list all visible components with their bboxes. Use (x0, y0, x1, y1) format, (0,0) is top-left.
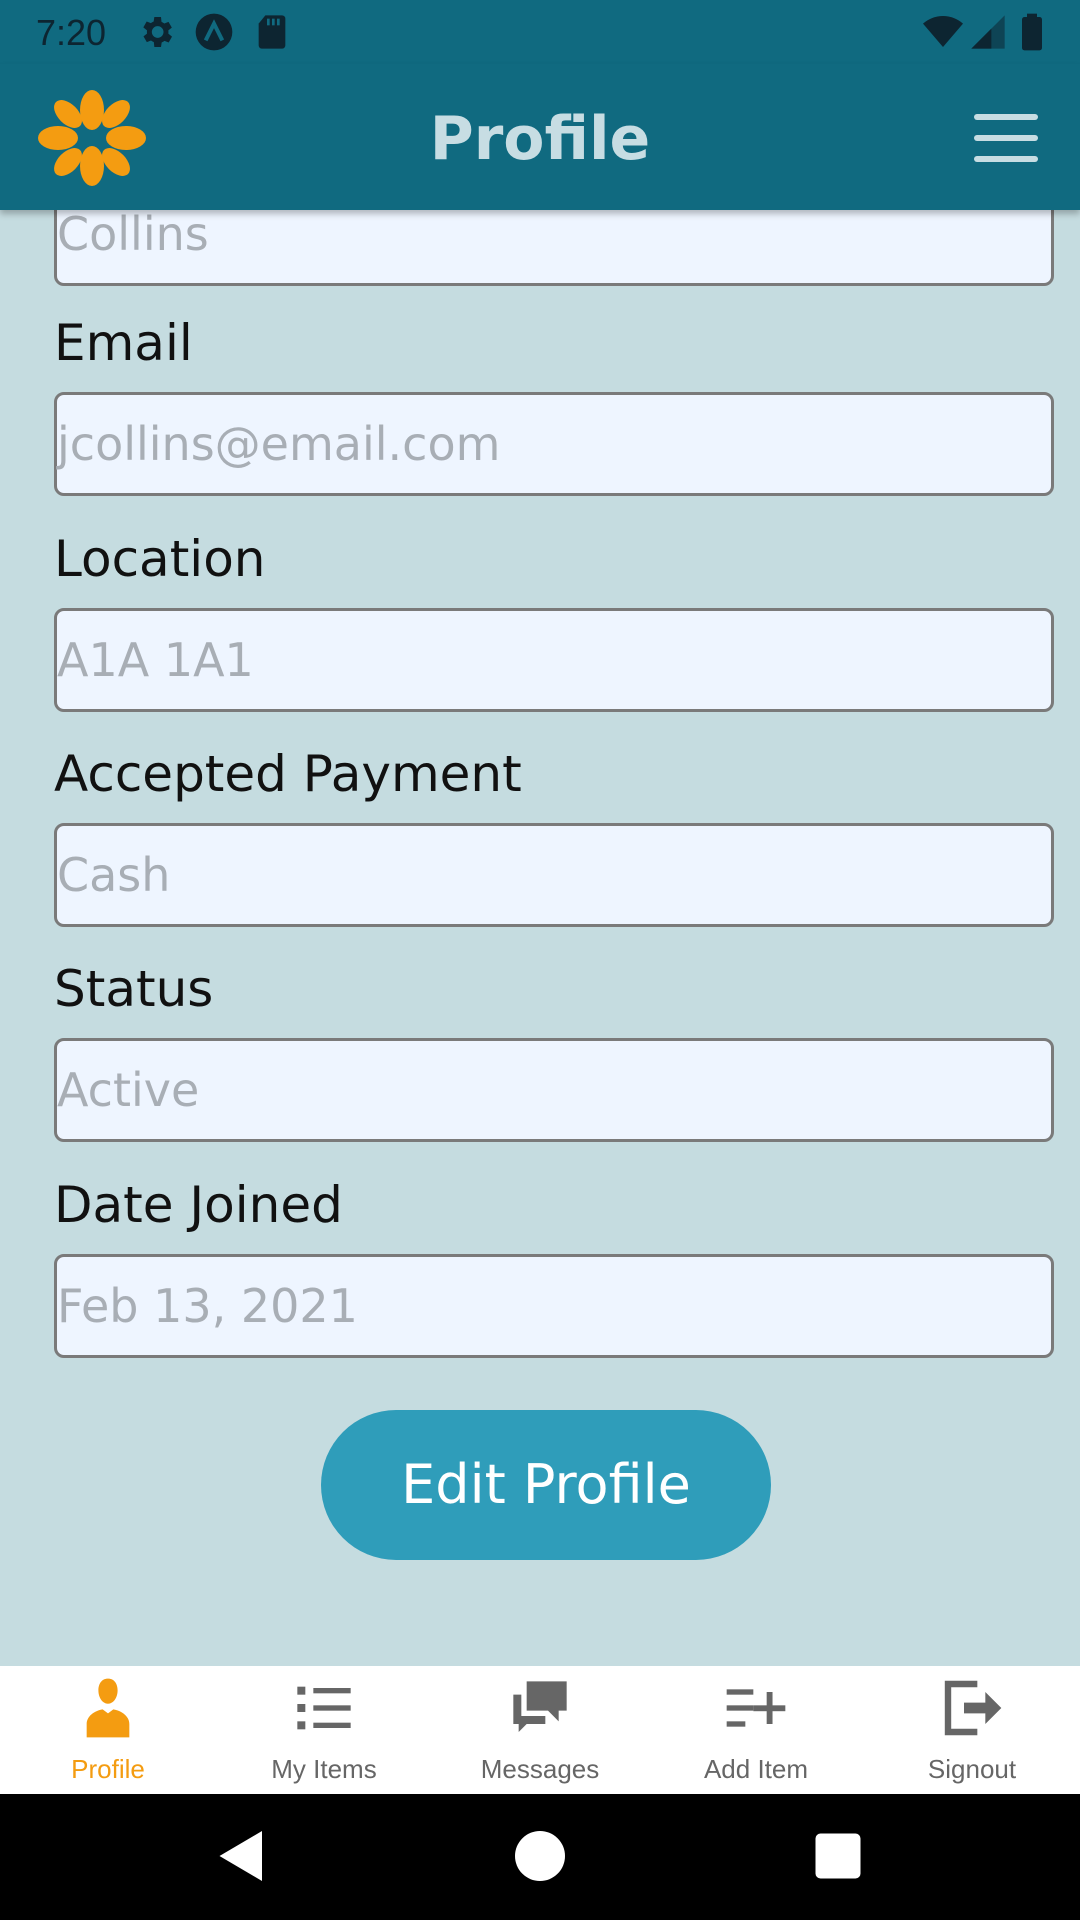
email-value: jcollins@email.com (57, 417, 501, 471)
last-name-field[interactable]: Collins (54, 210, 1054, 286)
location-field[interactable]: A1A 1A1 (54, 608, 1054, 712)
signal-icon (971, 15, 1005, 49)
date-joined-label: Date Joined (54, 1176, 343, 1234)
edit-profile-button[interactable]: Edit Profile (321, 1410, 771, 1560)
nav-item-messages[interactable]: Messages (432, 1666, 648, 1794)
nav-label-add-item: Add Item (703, 1754, 809, 1784)
signout-icon (944, 1680, 1002, 1736)
accepted-payment-field[interactable]: Cash (54, 823, 1054, 927)
app-notification-icon (195, 13, 233, 51)
nav-label-my-items: My Items (271, 1754, 377, 1784)
status-field[interactable]: Active (54, 1038, 1054, 1142)
accepted-payment-label: Accepted Payment (54, 745, 522, 803)
add-list-icon (726, 1689, 786, 1727)
app-bar: Profile (0, 64, 1080, 210)
settings-icon (143, 17, 172, 47)
nav-label-signout: Signout (927, 1754, 1017, 1784)
hamburger-menu-button[interactable] (974, 114, 1038, 162)
chat-icon (513, 1681, 567, 1732)
system-nav-bar (0, 1794, 1080, 1920)
nav-item-signout[interactable]: Signout (864, 1666, 1080, 1794)
page-title: Profile (429, 104, 651, 174)
profile-form: Collins Email jcollins@email.com Locatio… (0, 210, 1080, 1666)
bottom-nav: Profile My Items Messages Add Item Signo… (0, 1666, 1080, 1794)
recents-icon[interactable] (808, 1826, 868, 1886)
menu-line-icon (974, 135, 1038, 141)
email-label: Email (54, 314, 193, 372)
location-label: Location (54, 530, 266, 588)
email-field[interactable]: jcollins@email.com (54, 392, 1054, 496)
wifi-icon (923, 16, 963, 47)
last-name-value: Collins (57, 210, 209, 261)
nav-item-add-item[interactable]: Add Item (648, 1666, 864, 1794)
status-value: Active (57, 1063, 200, 1117)
status-time: 7:20 (36, 12, 107, 53)
date-joined-value: Feb 13, 2021 (57, 1279, 358, 1333)
list-icon (297, 1686, 351, 1730)
battery-icon (1022, 13, 1042, 51)
nav-item-profile[interactable]: Profile (0, 1666, 216, 1794)
nav-label-profile: Profile (71, 1754, 145, 1784)
location-value: A1A 1A1 (57, 633, 254, 687)
status-label: Status (54, 960, 214, 1018)
nav-label-messages: Messages (480, 1754, 600, 1784)
date-joined-field[interactable]: Feb 13, 2021 (54, 1254, 1054, 1358)
menu-line-icon (974, 156, 1038, 162)
sd-card-icon (258, 15, 286, 49)
home-icon[interactable] (510, 1826, 570, 1886)
back-icon[interactable] (212, 1826, 272, 1886)
menu-line-icon (974, 114, 1038, 120)
person-icon (86, 1678, 130, 1738)
status-bar: 7:20 (0, 0, 1080, 64)
accepted-payment-value: Cash (57, 848, 171, 902)
nav-item-my-items[interactable]: My Items (216, 1666, 432, 1794)
